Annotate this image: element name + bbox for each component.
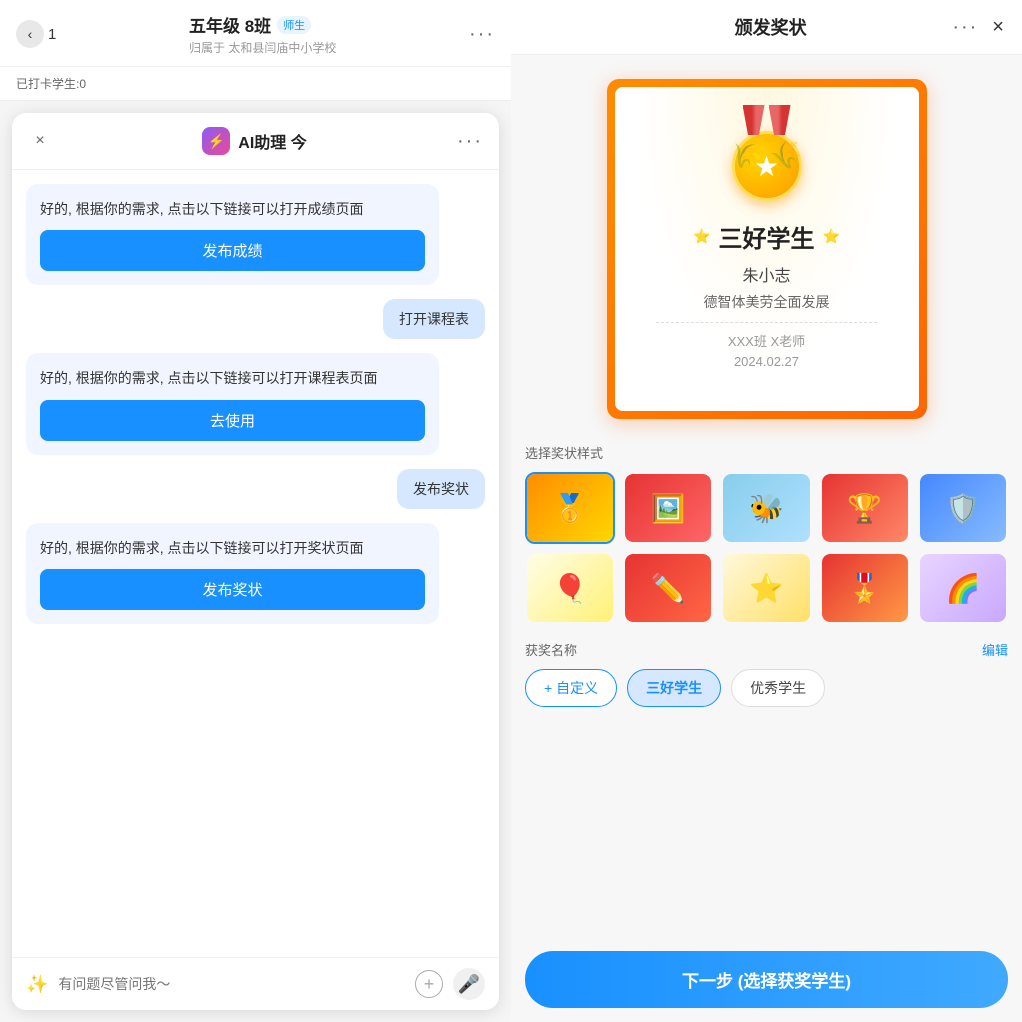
award-close-button[interactable]: × [992, 16, 1004, 39]
back-chevron-icon: ‹ [28, 26, 33, 42]
style-item-shield[interactable]: 🛡️ [918, 472, 1008, 544]
back-button[interactable]: ‹ 1 [16, 20, 56, 48]
publish-grades-button[interactable]: 发布成绩 [40, 230, 425, 271]
ai-title-row: ⚡ AI助理 今 [202, 127, 306, 155]
certificate-preview: 🌾 🌾 ★ [607, 79, 927, 419]
ai-message-2: 好的, 根据你的需求, 点击以下链接可以打开课程表页面 去使用 [26, 353, 439, 454]
style-item-ribbon[interactable]: 🎖️ [820, 552, 910, 624]
cert-student-name: 朱小志 [742, 262, 790, 286]
back-number: 1 [48, 26, 56, 43]
class-name: 五年级 8班 [189, 12, 271, 37]
ai-logo-icon: ⚡ [202, 127, 230, 155]
ai-header: × ⚡ AI助理 今 ··· [12, 113, 499, 170]
style-item-medal[interactable]: 🥇 [525, 472, 615, 544]
teacher-badge: 师生 [277, 16, 311, 34]
ai-chat-content: 好的, 根据你的需求, 点击以下链接可以打开成绩页面 发布成绩 打开课程表 好的… [12, 170, 499, 957]
style-item-stars[interactable]: ⭐ [721, 552, 811, 624]
publish-award-button[interactable]: 发布奖状 [40, 569, 425, 610]
back-circle: ‹ [16, 20, 44, 48]
class-header: ‹ 1 五年级 8班 师生 归属于 太和县闫庙中小学校 ··· [0, 0, 511, 67]
add-custom-award-button[interactable]: + 自定义 [525, 669, 617, 707]
attendance-strip: 已打卡学生:0 [0, 67, 511, 101]
next-step-button[interactable]: 下一步 (选择获奖学生) [525, 951, 1008, 1008]
cert-class-teacher: XXX班 X老师 [728, 331, 805, 350]
ai-input-bar: ✨ + 🎤 [12, 957, 499, 1010]
award-name-header: 获奖名称 编辑 [525, 640, 1008, 659]
award-header: 颁发奖状 ··· × [511, 0, 1022, 55]
style-grid: 🥇 🖼️ 🐝 🏆 🛡️ 🎈 ✏️ ⭐ [525, 472, 1008, 624]
award-more-button[interactable]: ··· [952, 16, 978, 39]
magic-wand-icon: ✨ [26, 974, 48, 995]
close-icon: × [35, 132, 44, 150]
ai-message-text-1: 好的, 根据你的需求, 点击以下链接可以打开成绩页面 [40, 198, 425, 220]
attendance-label: 已打卡学生:0 [16, 77, 86, 91]
cert-description: 德智体美劳全面发展 [704, 292, 830, 312]
ai-message-3: 好的, 根据你的需求, 点击以下链接可以打开奖状页面 发布奖状 [26, 523, 439, 624]
mic-button[interactable]: 🎤 [453, 968, 485, 1000]
award-name-three-good-button[interactable]: 三好学生 [627, 669, 721, 707]
style-item-pencil[interactable]: ✏️ [623, 552, 713, 624]
style-item-bee[interactable]: 🐝 [721, 472, 811, 544]
right-panel: 颁发奖状 ··· × 🌾 🌾 [511, 0, 1022, 1022]
award-name-options: + 自定义 三好学生 优秀学生 [525, 669, 1008, 707]
ai-close-button[interactable]: × [28, 129, 52, 153]
style-item-frame[interactable]: 🖼️ [623, 472, 713, 544]
left-panel: ‹ 1 五年级 8班 师生 归属于 太和县闫庙中小学校 ··· 已打卡学生:0 … [0, 0, 511, 1022]
user-message-1: 打开课程表 [383, 299, 485, 339]
ai-more-button[interactable]: ··· [457, 130, 483, 153]
award-header-actions: ··· × [952, 16, 1004, 39]
go-use-button[interactable]: 去使用 [40, 400, 425, 441]
ai-input-field[interactable] [58, 976, 405, 992]
style-item-trophy[interactable]: 🏆 [820, 472, 910, 544]
ai-message-text-3: 好的, 根据你的需求, 点击以下链接可以打开奖状页面 [40, 537, 425, 559]
star-deco-left-icon: ⭐ [693, 228, 710, 245]
add-button[interactable]: + [415, 970, 443, 998]
class-more-button[interactable]: ··· [469, 23, 495, 46]
ai-message-text-2: 好的, 根据你的需求, 点击以下链接可以打开课程表页面 [40, 367, 425, 389]
school-name: 归属于 太和县闫庙中小学校 [189, 39, 336, 56]
cert-award-name: ⭐ 三好学生 ⭐ [693, 219, 840, 254]
award-name-excellent-button[interactable]: 优秀学生 [731, 669, 825, 707]
ai-message-1: 好的, 根据你的需求, 点击以下链接可以打开成绩页面 发布成绩 [26, 184, 439, 285]
cert-date: 2024.02.27 [734, 354, 799, 369]
star-deco-right-icon: ⭐ [823, 228, 840, 245]
style-item-magic[interactable]: 🌈 [918, 552, 1008, 624]
style-section-label: 选择奖状样式 [525, 443, 1008, 462]
ai-panel: × ⚡ AI助理 今 ··· 好的, 根据你的需求, 点击以下链接可以打开成绩页… [12, 113, 499, 1010]
award-page-title: 颁发奖状 [735, 14, 807, 40]
award-name-edit-button[interactable]: 编辑 [982, 640, 1008, 659]
style-section: 选择奖状样式 🥇 🖼️ 🐝 🏆 🛡️ 🎈 ✏️ [511, 443, 1022, 634]
award-name-section: 获奖名称 编辑 + 自定义 三好学生 优秀学生 [511, 640, 1022, 707]
ai-title: AI助理 今 [238, 129, 306, 153]
award-name-label: 获奖名称 [525, 640, 577, 659]
user-message-2: 发布奖状 [397, 469, 485, 509]
style-item-balloon[interactable]: 🎈 [525, 552, 615, 624]
